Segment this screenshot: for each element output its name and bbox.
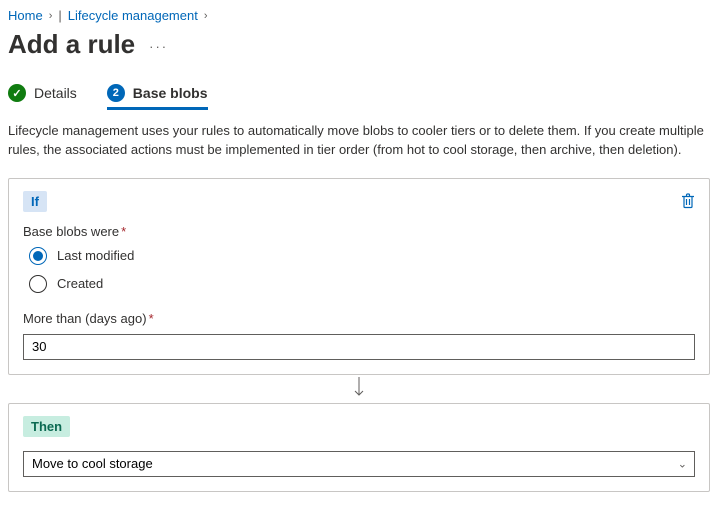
base-blobs-were-label: Base blobs were* bbox=[23, 224, 695, 239]
radio-created[interactable]: Created bbox=[29, 275, 695, 293]
check-icon: ✓ bbox=[8, 84, 26, 102]
step-label-details: Details bbox=[34, 85, 77, 101]
base-blobs-radio-group: Last modified Created bbox=[29, 247, 695, 293]
chevron-right-icon: › bbox=[204, 10, 208, 22]
radio-label-created: Created bbox=[57, 276, 103, 291]
breadcrumb: Home › | Lifecycle management › bbox=[8, 8, 710, 23]
steps-nav: ✓ Details 2 Base blobs bbox=[8, 84, 710, 108]
page-title: Add a rule bbox=[8, 29, 135, 60]
step-number-badge: 2 bbox=[107, 84, 125, 102]
then-badge: Then bbox=[23, 416, 70, 437]
if-condition-block: If Base blobs were* Last modified Create… bbox=[8, 178, 710, 375]
step-details[interactable]: ✓ Details bbox=[8, 84, 77, 108]
breadcrumb-home[interactable]: Home bbox=[8, 8, 43, 23]
if-badge: If bbox=[23, 191, 47, 212]
description-text: Lifecycle management uses your rules to … bbox=[8, 122, 710, 160]
radio-icon bbox=[29, 275, 47, 293]
radio-label-last-modified: Last modified bbox=[57, 248, 134, 263]
radio-icon bbox=[29, 247, 47, 265]
action-select[interactable] bbox=[23, 451, 695, 477]
step-base-blobs[interactable]: 2 Base blobs bbox=[107, 84, 208, 108]
step-label-base-blobs: Base blobs bbox=[133, 85, 208, 101]
chevron-right-icon: › bbox=[49, 10, 53, 22]
radio-last-modified[interactable]: Last modified bbox=[29, 247, 695, 265]
breadcrumb-pipe: | bbox=[58, 8, 61, 23]
days-ago-input[interactable] bbox=[23, 334, 695, 360]
flow-arrow-icon bbox=[8, 375, 710, 403]
trash-icon[interactable] bbox=[681, 193, 695, 209]
more-than-days-label: More than (days ago)* bbox=[23, 311, 695, 326]
then-action-block: Then ⌄ bbox=[8, 403, 710, 492]
breadcrumb-lifecycle[interactable]: Lifecycle management bbox=[68, 8, 198, 23]
more-actions-button[interactable]: ··· bbox=[149, 39, 168, 72]
